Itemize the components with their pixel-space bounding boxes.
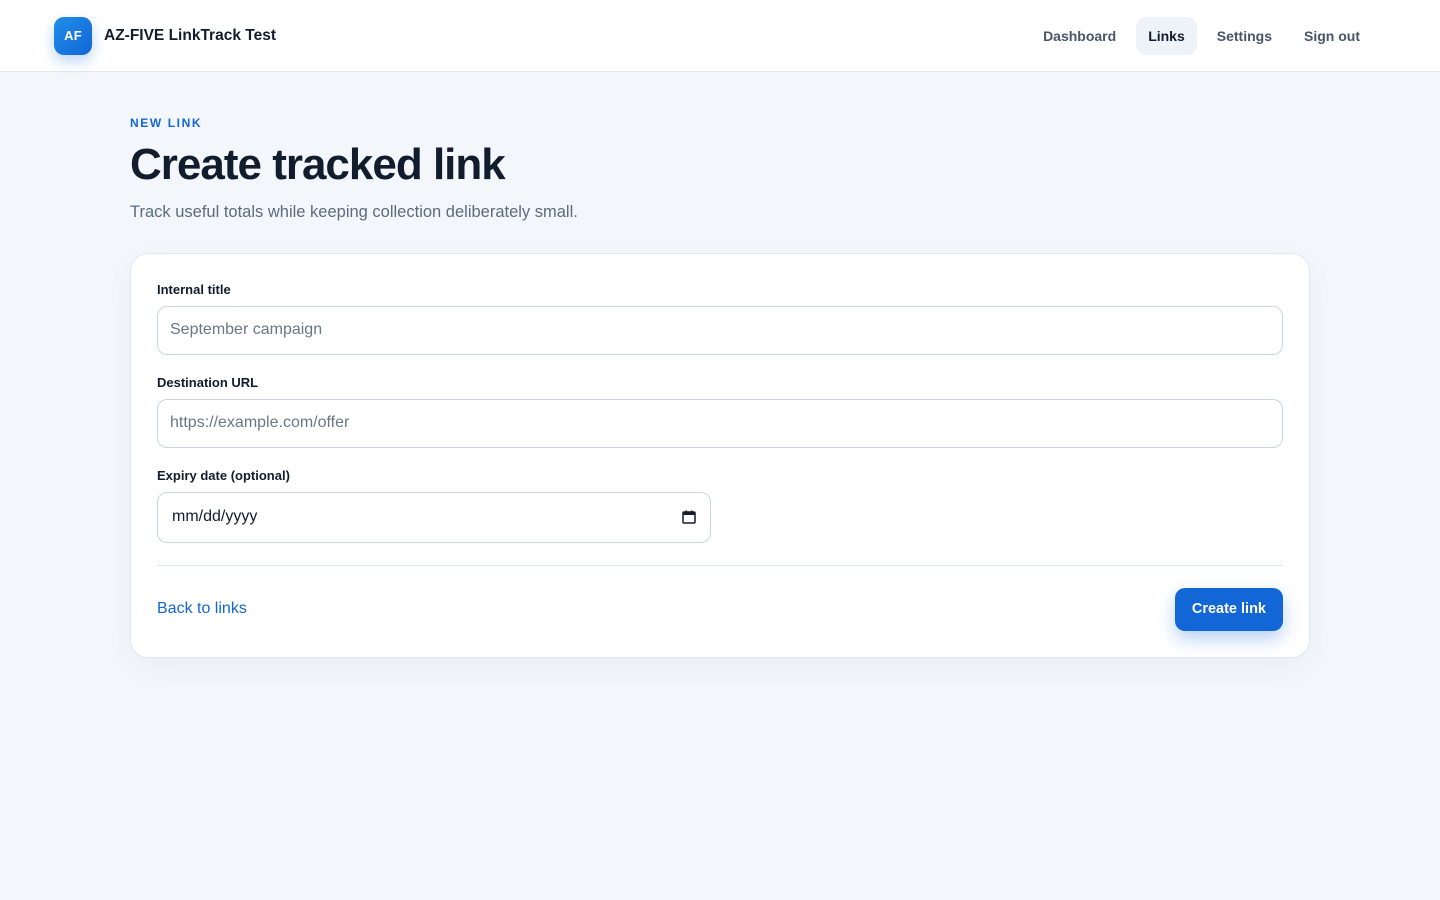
brand-logo[interactable]: AF (54, 16, 92, 55)
nav-item-sign-out[interactable]: Sign out (1292, 17, 1372, 55)
expiry-field-group: Expiry date (optional) mm/dd/yyyy (157, 468, 1283, 543)
page-subtitle: Track useful totals while keeping collec… (130, 202, 578, 221)
brand[interactable]: AF AZ-FIVE LinkTrack Test (54, 16, 276, 55)
page-title: Create tracked link (130, 140, 506, 189)
form-divider (157, 564, 1283, 566)
create-link-button[interactable]: Create link (1174, 587, 1283, 631)
expiry-date-placeholder: mm/dd/yyyy (172, 508, 258, 526)
destination-url-input[interactable] (157, 398, 1283, 448)
internal-title-input[interactable] (157, 305, 1283, 355)
url-field-label: Destination URL (157, 374, 259, 390)
expiry-date-input[interactable]: mm/dd/yyyy (157, 491, 711, 543)
app-name[interactable]: AZ-FIVE LinkTrack Test (104, 27, 276, 45)
nav-item-settings[interactable]: Settings (1205, 17, 1284, 55)
main-nav: Dashboard Links Settings Sign out (1031, 16, 1372, 55)
back-to-links-link[interactable]: Back to links (157, 600, 247, 618)
title-field-label: Internal title (157, 281, 231, 297)
url-field-group: Destination URL (157, 375, 1283, 448)
create-link-form: Internal title Destination URL Expiry da… (130, 252, 1310, 658)
calendar-icon[interactable] (682, 510, 696, 524)
page-eyebrow: NEW LINK (130, 116, 203, 130)
nav-item-dashboard[interactable]: Dashboard (1031, 17, 1128, 55)
top-bar: AF AZ-FIVE LinkTrack Test Dashboard Link… (0, 0, 1440, 72)
nav-item-links[interactable]: Links (1136, 16, 1197, 55)
title-field-group: Internal title (157, 282, 1283, 355)
expiry-field-label: Expiry date (optional) (157, 467, 290, 483)
form-footer: Back to links Create link (157, 587, 1283, 631)
main-content: NEW LINK Create tracked link Track usefu… (0, 72, 1440, 658)
